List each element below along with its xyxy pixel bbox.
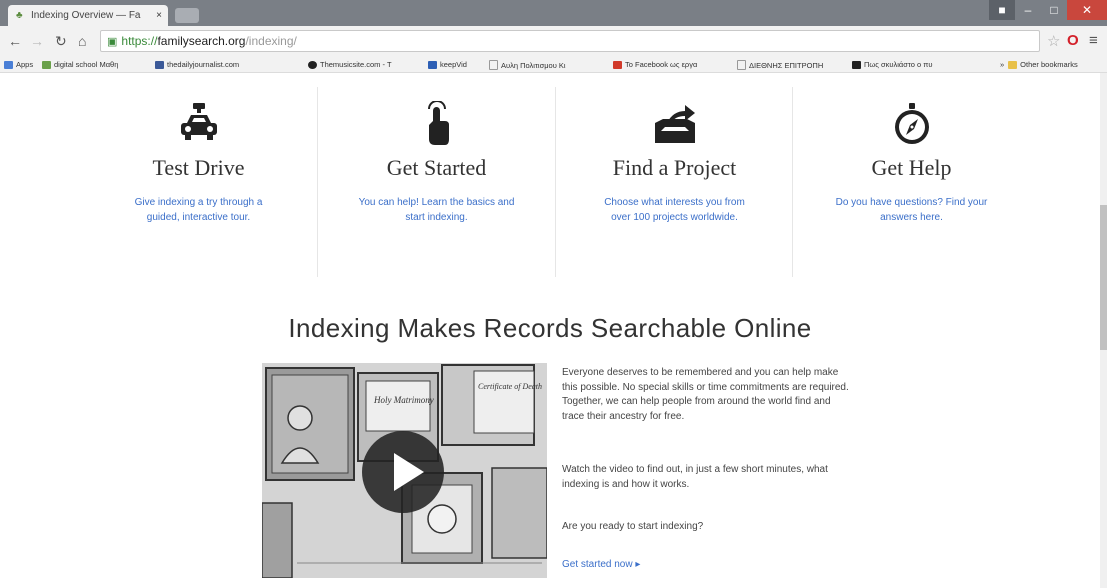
- ready-paragraph: Are you ready to start indexing?: [562, 521, 704, 532]
- opera-icon[interactable]: O: [1067, 32, 1079, 49]
- user-icon[interactable]: ■: [989, 0, 1015, 20]
- video-player[interactable]: Holy Matrimony Certificate of Death: [262, 363, 547, 578]
- window-titlebar: ♣ Indexing Overview — Fa × ■ – □ ✕: [0, 0, 1107, 26]
- lock-icon: ▣: [107, 35, 118, 48]
- certificate-of-death-label: Certificate of Death: [478, 382, 542, 391]
- home-icon[interactable]: ⌂: [78, 33, 86, 49]
- compass-icon: [894, 103, 929, 144]
- site-icon: [155, 60, 164, 69]
- other-bookmarks[interactable]: » Other bookmarks: [1000, 60, 1078, 69]
- feature-test-drive[interactable]: Test Drive Give indexing a try through a…: [80, 73, 317, 273]
- bookmarks-bar: Apps digital school Μαθη thedailyjournal…: [0, 58, 1107, 73]
- feature-title[interactable]: Find a Project: [556, 155, 793, 181]
- site-icon: [42, 60, 51, 69]
- bookmark-apps[interactable]: Apps: [4, 60, 33, 69]
- site-icon: [613, 60, 622, 69]
- close-window-icon[interactable]: ✕: [1067, 0, 1107, 20]
- folder-icon: [1008, 60, 1018, 69]
- pointer-hand-icon: [427, 101, 449, 145]
- page-icon: [489, 60, 498, 70]
- back-icon[interactable]: ←: [8, 33, 22, 49]
- bookmark-item[interactable]: ΔΙΕΘΝΗΣ ΕΠΙΤΡΟΠΗ: [737, 60, 823, 70]
- tab-close-icon[interactable]: ×: [156, 10, 162, 21]
- feature-title[interactable]: Get Help: [793, 155, 1030, 181]
- url-host: familysearch.org: [157, 34, 246, 48]
- car-icon: [180, 103, 217, 140]
- bookmark-item[interactable]: keepVid: [428, 60, 467, 69]
- play-icon: [394, 453, 424, 491]
- apps-grid-icon: [4, 60, 13, 69]
- play-button[interactable]: [362, 431, 444, 513]
- feature-description[interactable]: Do you have questions? Find your answers…: [833, 195, 990, 225]
- bookmark-item[interactable]: thedailyjournalist.com: [155, 60, 239, 69]
- menu-icon[interactable]: ≡: [1089, 32, 1098, 49]
- window-controls: ■ – □ ✕: [989, 0, 1107, 22]
- open-box-arrow-icon: [654, 105, 695, 143]
- page-icon: [737, 60, 746, 70]
- url-path: /indexing/: [245, 34, 297, 48]
- site-icon: [308, 60, 317, 69]
- forward-icon[interactable]: →: [30, 33, 44, 49]
- bookmark-item[interactable]: Το Facebook ως εργα: [613, 60, 697, 69]
- chevron-icon: »: [1000, 60, 1005, 69]
- scrollbar-thumb[interactable]: [1100, 205, 1107, 350]
- url-scheme: https://: [121, 34, 158, 48]
- holy-matrimony-label: Holy Matrimony: [373, 395, 434, 405]
- site-icon: [428, 60, 437, 69]
- browser-toolbar: ← → ↻ ⌂ ▣ https:// familysearch.org /ind…: [0, 26, 1107, 59]
- site-icon: [852, 60, 861, 69]
- feature-get-help[interactable]: Get Help Do you have questions? Find you…: [793, 73, 1030, 273]
- browser-tab[interactable]: ♣ Indexing Overview — Fa ×: [8, 5, 168, 26]
- page-content: Test Drive Give indexing a try through a…: [0, 73, 1100, 588]
- tree-favicon-icon: ♣: [16, 9, 23, 21]
- minimize-icon[interactable]: –: [1015, 0, 1041, 20]
- feature-description[interactable]: Choose what interests you from over 100 …: [596, 195, 753, 225]
- feature-title[interactable]: Test Drive: [80, 155, 317, 181]
- bookmark-item[interactable]: Themusicsite.com - T: [308, 60, 392, 69]
- video-paragraph: Watch the video to find out, in just a f…: [562, 464, 828, 490]
- feature-description[interactable]: You can help! Learn the basics and start…: [358, 195, 515, 225]
- bookmark-item[interactable]: Πως σκυλιάστο ο πυ: [852, 60, 932, 69]
- address-bar[interactable]: ▣ https:// familysearch.org /indexing/: [100, 30, 1040, 52]
- star-bookmark-icon[interactable]: ☆: [1047, 32, 1060, 50]
- maximize-icon[interactable]: □: [1041, 0, 1067, 20]
- reload-icon[interactable]: ↻: [55, 33, 67, 50]
- feature-description[interactable]: Give indexing a try through a guided, in…: [120, 195, 277, 225]
- feature-find-project[interactable]: Find a Project Choose what interests you…: [556, 73, 793, 273]
- new-tab-button[interactable]: [175, 8, 199, 23]
- intro-paragraph: Everyone deserves to be remembered and y…: [562, 367, 849, 422]
- tab-title: Indexing Overview — Fa: [31, 10, 141, 21]
- get-started-now-link[interactable]: Get started now ▸: [562, 559, 640, 570]
- feature-title[interactable]: Get Started: [318, 155, 555, 181]
- feature-get-started[interactable]: Get Started You can help! Learn the basi…: [318, 73, 555, 273]
- bookmark-item[interactable]: digital school Μαθη: [42, 60, 118, 69]
- bookmark-item[interactable]: Αυλη Πολιτισμου Κι: [489, 60, 566, 70]
- section-heading: Indexing Makes Records Searchable Online: [288, 313, 812, 343]
